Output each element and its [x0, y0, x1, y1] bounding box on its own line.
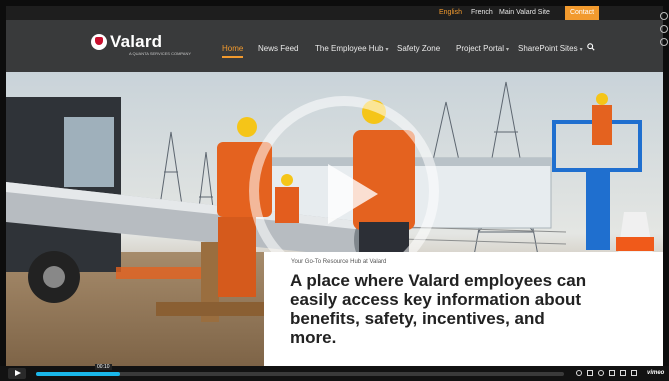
nav-home[interactable]: Home	[222, 44, 244, 58]
worker-4-coveralls	[592, 105, 612, 145]
nav-project-portal[interactable]: Project Portal ▾	[456, 44, 509, 53]
nav-news-feed[interactable]: News Feed	[258, 44, 298, 53]
player-progress-fill	[36, 372, 121, 376]
nav-sharepoint-sites[interactable]: SharePoint Sites ▾	[518, 44, 583, 53]
nav-project-portal-label: Project Portal	[456, 44, 505, 53]
nav-employee-hub[interactable]: The Employee Hub ▾	[315, 44, 389, 53]
intro-card: Your Go-To Resource Hub at Valard A plac…	[264, 252, 663, 366]
player-progress-track[interactable]	[36, 372, 564, 376]
language-french-link[interactable]: French	[471, 9, 493, 16]
hardhat-worker-4	[596, 93, 608, 105]
vimeo-logo[interactable]: vimeo	[647, 370, 664, 376]
watch-later-icon[interactable]	[660, 25, 668, 33]
orange-barrier	[116, 267, 201, 279]
website-screenshot: English French Main Valard Site Contact …	[6, 6, 663, 366]
hardhat-worker-1	[237, 117, 257, 137]
chevron-down-icon: ▾	[579, 47, 583, 53]
logo-tagline: A QUANTA SERVICES COMPANY	[129, 51, 192, 56]
logo-text: Valard	[110, 32, 163, 51]
pip-icon[interactable]	[609, 370, 615, 376]
truck-hub	[43, 266, 65, 288]
main-site-link[interactable]: Main Valard Site	[499, 9, 550, 16]
contact-button[interactable]: Contact	[565, 6, 599, 20]
search-icon[interactable]	[587, 43, 595, 51]
nav-employee-hub-label: The Employee Hub	[315, 44, 384, 53]
settings-gear-icon[interactable]	[598, 370, 604, 376]
player-timecode: 00:10	[95, 364, 112, 370]
aerial-lift-boom	[586, 170, 610, 250]
captions-icon[interactable]	[587, 370, 593, 376]
chevron-down-icon: ▾	[506, 47, 510, 53]
player-play-button[interactable]	[8, 368, 26, 379]
worker-1-legs	[218, 217, 256, 297]
fullscreen-icon[interactable]	[631, 370, 637, 376]
vimeo-side-icons	[660, 12, 669, 51]
share-icon[interactable]	[660, 38, 668, 46]
main-navigation: Valard A QUANTA SERVICES COMPANY Home Ne…	[6, 20, 663, 72]
video-play-icon[interactable]	[328, 164, 378, 224]
nav-sharepoint-sites-label: SharePoint Sites	[518, 44, 578, 53]
utility-bar: English French Main Valard Site Contact	[6, 6, 663, 20]
chevron-down-icon: ▾	[385, 47, 389, 53]
airplay-icon[interactable]	[620, 370, 626, 376]
truck-window	[64, 117, 114, 187]
cone-stripe-1	[616, 237, 654, 251]
like-icon[interactable]	[660, 12, 668, 20]
valard-shield-icon	[91, 34, 107, 50]
volume-icon[interactable]	[576, 370, 582, 376]
card-eyebrow: Your Go-To Resource Hub at Valard	[291, 259, 387, 265]
card-headline: A place where Valard employees can easil…	[290, 271, 587, 347]
language-english-link[interactable]: English	[439, 9, 462, 16]
nav-safety-zone[interactable]: Safety Zone	[397, 44, 440, 53]
video-frame[interactable]: English French Main Valard Site Contact …	[0, 0, 669, 381]
